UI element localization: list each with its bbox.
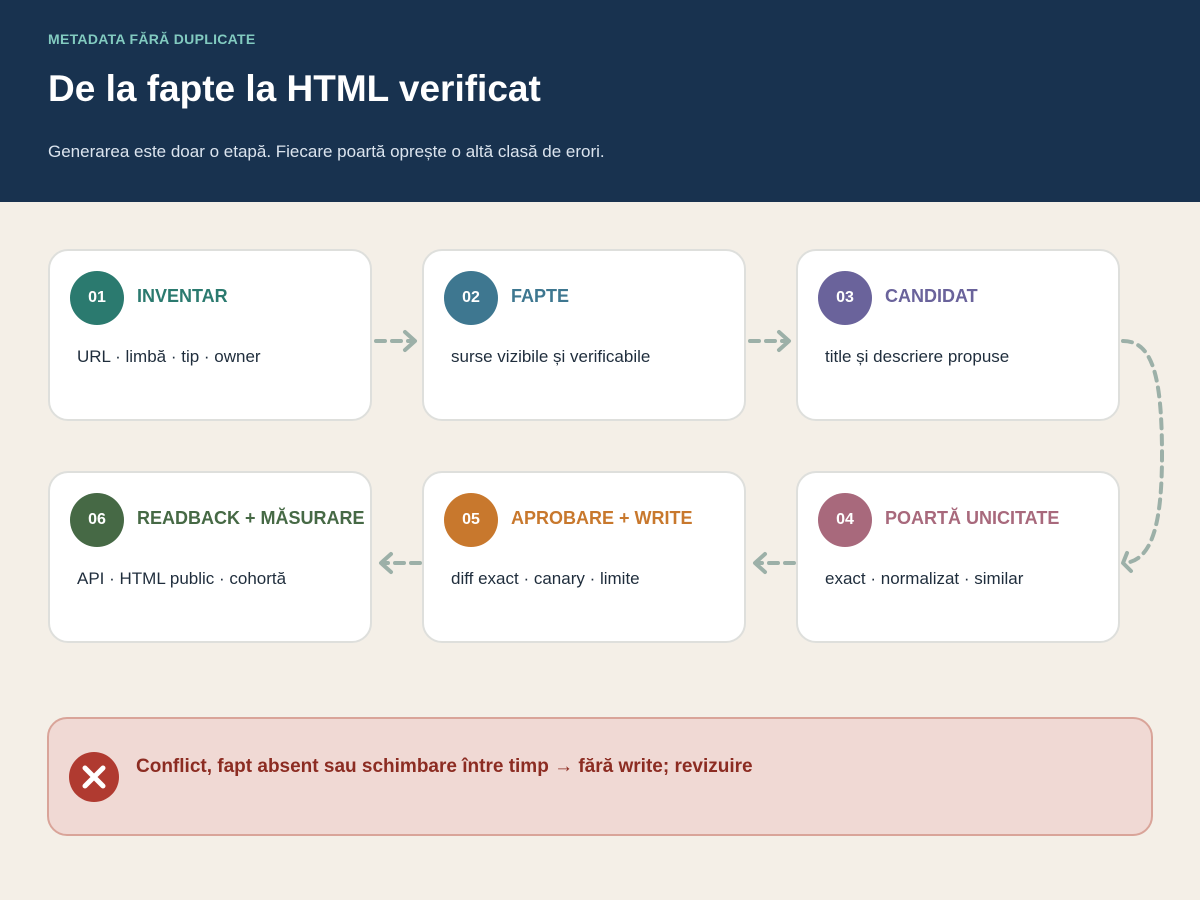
step-card-aprobare-write: 05 APROBARE + WRITE diff exact · canary … [422, 471, 746, 643]
step-description: URL · limbă · tip · owner [77, 347, 261, 366]
step-title: APROBARE + WRITE [511, 508, 693, 528]
step-badge: 01 [70, 271, 124, 325]
step-card-readback-masurare: 06 READBACK + MĂSURARE API · HTML public… [48, 471, 372, 643]
eyebrow: METADATA FĂRĂ DUPLICATE [48, 31, 256, 47]
step-badge: 04 [818, 493, 872, 547]
step-title: CANDIDAT [885, 286, 978, 306]
step-title: INVENTAR [137, 286, 228, 306]
page-title: De la fapte la HTML verificat [48, 68, 541, 109]
step-badge: 03 [818, 271, 872, 325]
subtitle: Generarea este doar o etapă. Fiecare poa… [48, 142, 605, 161]
conflict-alert: Conflict, fapt absent sau schimbare într… [47, 717, 1153, 836]
connector-03-04 [1121, 339, 1165, 565]
step-card-fapte: 02 FAPTE surse vizibile și verificabile [422, 249, 746, 421]
arrowhead-curve-icon [1121, 551, 1133, 573]
arrowhead-right-icon [777, 330, 791, 352]
step-badge: 06 [70, 493, 124, 547]
arrowhead-right-icon [403, 330, 417, 352]
step-description: exact · normalizat · similar [825, 569, 1024, 588]
step-title: POARTĂ UNICITATE [885, 508, 1060, 528]
header: METADATA FĂRĂ DUPLICATE De la fapte la H… [0, 0, 1200, 202]
step-card-inventar: 01 INVENTAR URL · limbă · tip · owner [48, 249, 372, 421]
step-card-poarta-unicitate: 04 POARTĂ UNICITATE exact · normalizat ·… [796, 471, 1120, 643]
step-card-candidat: 03 CANDIDAT title și descriere propuse [796, 249, 1120, 421]
step-description: title și descriere propuse [825, 347, 1010, 366]
step-description: surse vizibile și verificabile [451, 347, 651, 366]
alert-message: Conflict, fapt absent sau schimbare într… [136, 756, 753, 777]
step-title: READBACK + MĂSURARE [137, 508, 365, 528]
step-description: diff exact · canary · limite [451, 569, 640, 588]
step-badge: 05 [444, 493, 498, 547]
arrowhead-left-icon [379, 552, 393, 574]
step-description: API · HTML public · cohortă [77, 569, 287, 588]
step-title: FAPTE [511, 286, 570, 306]
close-icon [69, 752, 119, 802]
step-badge: 02 [444, 271, 498, 325]
arrowhead-left-icon [753, 552, 767, 574]
